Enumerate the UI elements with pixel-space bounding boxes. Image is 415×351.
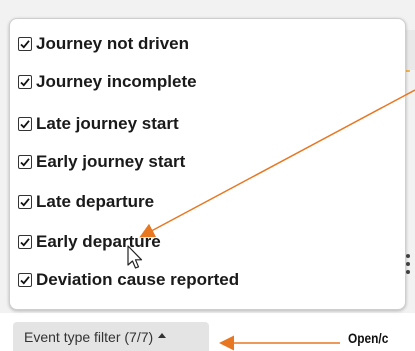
filter-option-late-journey-start[interactable]: Late journey start	[18, 111, 179, 137]
filter-button-label: Event type filter (7/7)	[24, 328, 154, 345]
filter-option-label: Early journey start	[36, 152, 186, 171]
filter-option-label: Journey not driven	[36, 34, 190, 53]
filter-option-label: Deviation cause reported	[36, 270, 240, 289]
filter-option-journey-incomplete[interactable]: Journey incomplete	[18, 69, 197, 95]
checkbox-icon[interactable]	[18, 117, 32, 131]
checkbox-icon[interactable]	[18, 235, 32, 249]
event-type-filter-dropdown: Journey not driven Journey incomplete La…	[9, 18, 406, 310]
checkbox-icon[interactable]	[18, 75, 32, 89]
filter-option-late-departure[interactable]: Late departure	[18, 189, 154, 215]
event-type-filter-button[interactable]: Event type filter (7/7)	[13, 322, 209, 351]
filter-option-label: Late departure	[36, 192, 155, 211]
checkbox-icon[interactable]	[18, 155, 32, 169]
caret-up-icon	[158, 333, 167, 338]
more-options-icon[interactable]	[406, 254, 410, 274]
checkbox-icon[interactable]	[18, 195, 32, 209]
checkbox-icon[interactable]	[18, 37, 32, 51]
checkbox-icon[interactable]	[18, 273, 32, 287]
filter-option-early-journey-start[interactable]: Early journey start	[18, 149, 185, 175]
filter-option-journey-not-driven[interactable]: Journey not driven	[18, 31, 189, 57]
filter-option-label: Late journey start	[36, 114, 179, 133]
filter-option-label: Journey incomplete	[36, 72, 197, 91]
mouse-cursor-icon	[127, 245, 143, 269]
annotation-label: Open/c	[348, 330, 389, 346]
